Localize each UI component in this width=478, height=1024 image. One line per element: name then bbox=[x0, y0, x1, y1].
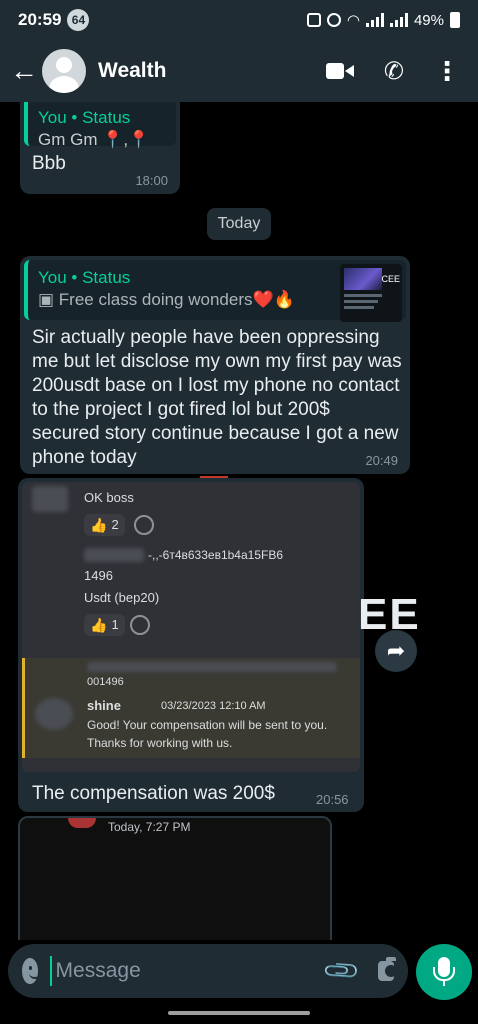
chat-area[interactable]: You • Status Gm Gm 📍,📍 Bbb 18:00 Today Y… bbox=[0, 102, 478, 940]
thumbs-up-icon: 👍 bbox=[90, 617, 108, 633]
reply-line: Thanks for working with us. bbox=[87, 736, 233, 750]
quote-author: You • Status bbox=[38, 108, 131, 127]
image-message-bubble[interactable]: Today, 7:27 PM bbox=[18, 816, 332, 940]
blurred-wallet bbox=[84, 548, 144, 562]
battery-icon bbox=[450, 12, 460, 28]
message-text: The compensation was 200$ bbox=[32, 783, 275, 804]
blurred-wallet bbox=[87, 662, 337, 672]
screenshot-image[interactable]: OK boss 👍 2 -,,-6т4в633ев1b4a15FB6 1496 U… bbox=[22, 482, 360, 772]
home-indicator[interactable] bbox=[168, 1011, 310, 1015]
image-caption-text: Today, 7:27 PM bbox=[108, 820, 191, 834]
signal-icon-2 bbox=[389, 13, 408, 27]
chat-title[interactable]: Wealth bbox=[98, 59, 166, 83]
add-reaction-icon bbox=[134, 515, 154, 535]
composer: 📎 bbox=[8, 944, 408, 998]
voice-record-button[interactable] bbox=[416, 944, 472, 1000]
phone-call-icon[interactable]: ✆ bbox=[384, 57, 404, 86]
video-call-icon[interactable] bbox=[325, 61, 354, 81]
reply-user: shine bbox=[87, 698, 121, 713]
message-input[interactable] bbox=[49, 956, 327, 986]
thumbs-up-icon: 👍 bbox=[90, 517, 108, 533]
message-time: 20:49 bbox=[365, 453, 398, 468]
lock-icon bbox=[306, 13, 321, 27]
add-reaction-icon bbox=[130, 615, 150, 635]
reaction-thumbs-up: 👍 1 bbox=[84, 614, 125, 636]
date-separator: Today bbox=[207, 208, 271, 240]
notification-count-badge: 64 bbox=[67, 9, 90, 31]
attach-icon[interactable]: 📎 bbox=[321, 950, 363, 992]
wifi-icon: ◠ bbox=[346, 12, 360, 29]
wallet-fragment: -,,-6т4в633ев1b4a15FB6 bbox=[148, 548, 283, 562]
blurred-avatar bbox=[32, 486, 68, 512]
microphone-icon bbox=[433, 957, 455, 986]
status-icons: ◠ 49% bbox=[306, 11, 460, 29]
reply-wallet: 001496 bbox=[87, 676, 124, 688]
wallet-tail: 1496 bbox=[84, 568, 113, 583]
reply-line: Good! Your compensation will be sent to … bbox=[87, 718, 328, 732]
forward-icon[interactable]: ➦ bbox=[375, 630, 417, 672]
message-time: 20:56 bbox=[316, 792, 349, 807]
message-time: 18:00 bbox=[135, 173, 168, 188]
signal-icon bbox=[365, 13, 384, 27]
thumbnail-label: CEE bbox=[381, 274, 400, 284]
message-text: Bbb bbox=[32, 153, 66, 174]
back-arrow-icon[interactable]: ← bbox=[10, 55, 40, 87]
message-text: Sir actually people have been oppressing… bbox=[32, 327, 402, 468]
blurred-avatar bbox=[35, 698, 73, 730]
message-bubble[interactable]: You • Status Gm Gm 📍,📍 Bbb 18:00 bbox=[20, 102, 180, 194]
screenshot-line: Usdt (bep20) bbox=[84, 590, 160, 605]
more-options-icon[interactable]: ⋮ bbox=[434, 58, 460, 84]
quote-text: Gm Gm 📍,📍 bbox=[38, 130, 150, 149]
reply-embed: 001496 shine 03/23/2023 12:10 AM Good! Y… bbox=[22, 658, 360, 758]
screenshot-line: OK boss bbox=[84, 490, 134, 505]
system-nav-bar bbox=[0, 1002, 478, 1024]
status-time: 20:59 bbox=[18, 10, 62, 29]
reply-date: 03/23/2023 12:10 AM bbox=[161, 700, 266, 712]
avatar-fragment bbox=[68, 818, 96, 828]
reaction-thumbs-up: 👍 2 bbox=[84, 514, 125, 536]
status-bar: 20:59 64 ◠ 49% bbox=[0, 0, 478, 40]
status-thumbnail[interactable]: CEE bbox=[340, 264, 402, 322]
battery-percent: 49% bbox=[413, 11, 444, 29]
chat-header: ← Wealth ✆ ⋮ bbox=[0, 40, 478, 102]
avatar[interactable] bbox=[42, 49, 86, 93]
header-actions: ✆ ⋮ bbox=[325, 57, 468, 86]
camera-icon[interactable] bbox=[378, 957, 397, 981]
status-quote[interactable]: You • Status Gm Gm 📍,📍 bbox=[24, 102, 176, 149]
composer-bar: 📎 bbox=[0, 940, 478, 1002]
message-bubble[interactable]: You • Status ▣ Free class doing wonders❤… bbox=[20, 256, 410, 474]
emoji-icon[interactable] bbox=[22, 958, 41, 984]
alarm-icon bbox=[326, 13, 341, 27]
